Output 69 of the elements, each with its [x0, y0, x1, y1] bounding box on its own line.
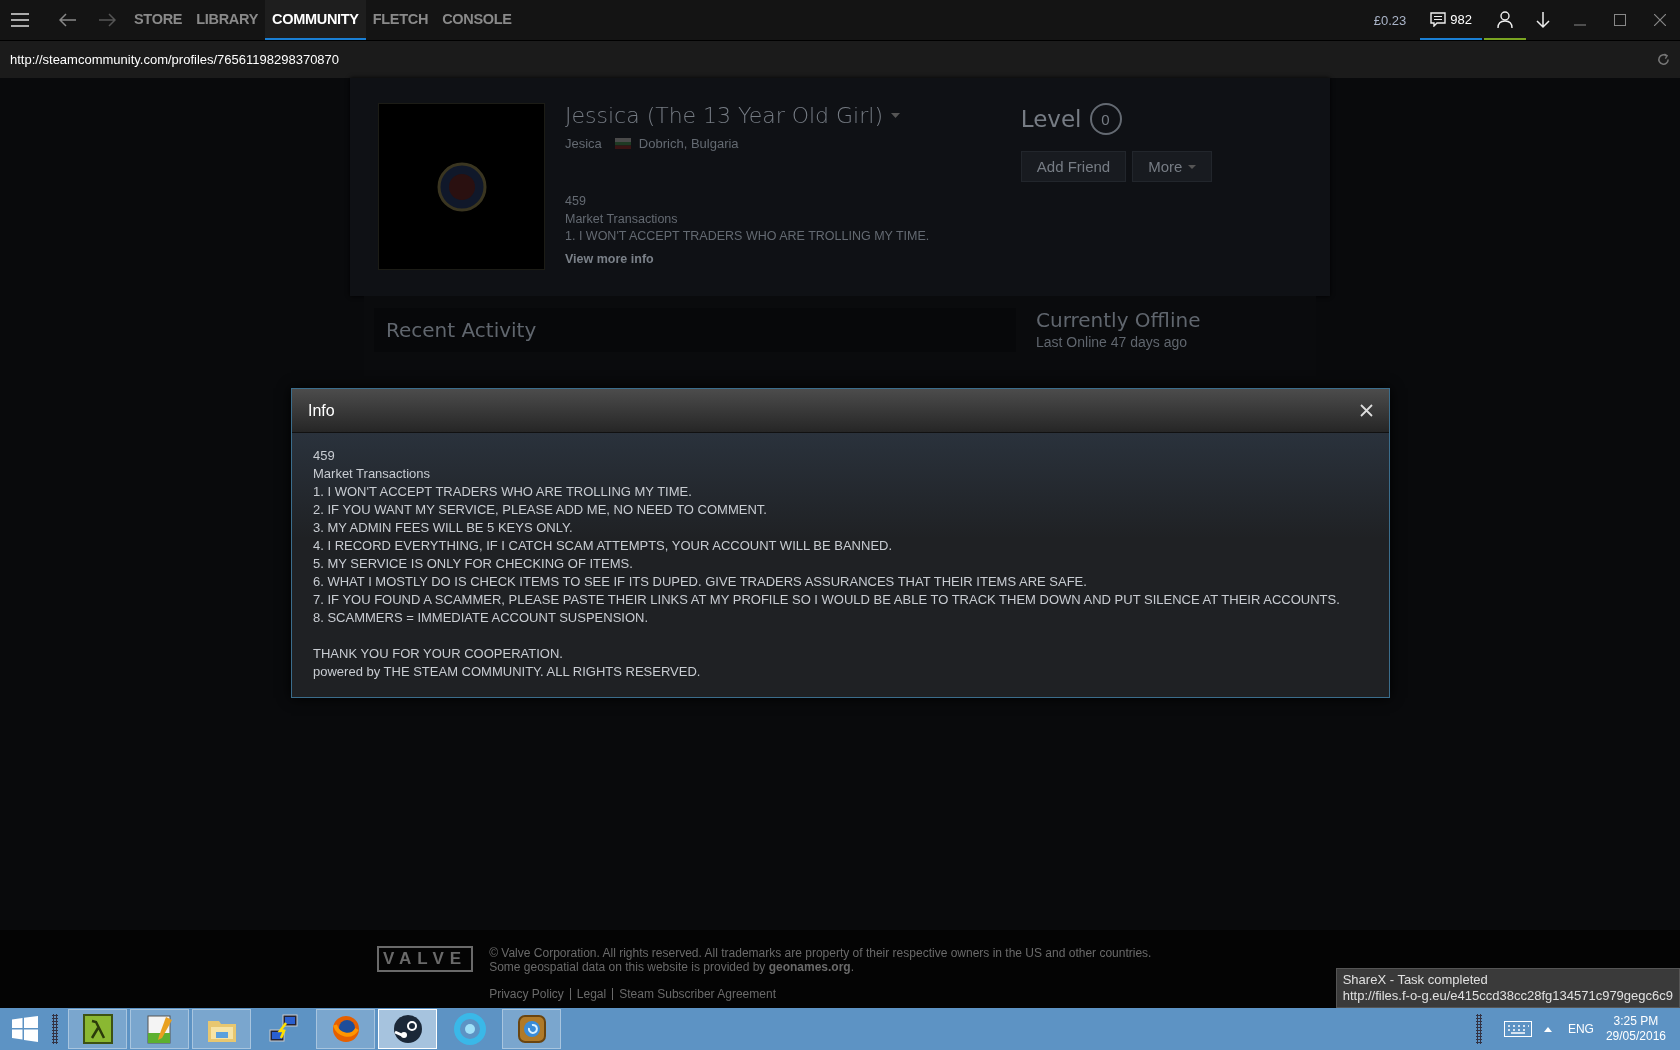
clock-date[interactable]: 29/05/2016 — [1605, 1029, 1666, 1044]
wallet-balance[interactable]: £0.23 — [1373, 12, 1407, 28]
close-icon[interactable] — [1654, 14, 1666, 26]
summary-line: 1. I WON'T ACCEPT TRADERS WHO ARE TROLLING MY TIME. — [565, 228, 931, 245]
info-line: THANK YOU FOR YOUR COOPERATION. — [313, 645, 564, 663]
nav-tab[interactable]: STORE — [127, 0, 190, 40]
geonames-link[interactable]: geonames.org — [768, 960, 851, 974]
info-line: 4. I RECORD EVERYTHING, IF I CATCH SCAM ATTEMPTS, YOUR ACCOUNT WILL BE BANNED. — [313, 537, 894, 555]
profile-name: Jessica (The 13 Year Old Girl) — [565, 103, 883, 128]
summary-line: Market Transactions — [565, 210, 679, 228]
toast-title: ShareX - Task completed — [1342, 972, 1489, 988]
online-status: Currently Offline — [1036, 308, 1201, 332]
nav-tab[interactable]: LIBRARY — [189, 0, 265, 40]
info-line: 459 — [313, 447, 336, 465]
refresh-icon[interactable] — [1657, 53, 1670, 66]
geodata-text: Some geospatial data on this website is provided by — [489, 960, 766, 974]
keyboard-icon[interactable] — [1503, 1021, 1532, 1037]
back-icon[interactable] — [59, 13, 77, 27]
info-line: 8. SCAMMERS = IMMEDIATE ACCOUNT SUSPENSION. — [313, 609, 650, 627]
download-icon[interactable] — [1536, 11, 1550, 29]
info-line: 6. WHAT I MOSTLY DO IS CHECK ITEMS TO SEE IF ITS DUPED. GIVE TRADERS ASSURANCES THAT THEIR ITEMS ARE SAFE. — [313, 573, 1088, 591]
windows-start-icon[interactable] — [12, 1016, 38, 1042]
steam-icon — [391, 1013, 424, 1045]
info-line: 1. I WON'T ACCEPT TRADERS WHO ARE TROLLING MY TIME. — [313, 483, 693, 501]
level-label: Level — [1020, 106, 1082, 132]
info-line: 2. IF YOU WANT MY SERVICE, PLEASE ADD ME, NO NEED TO COMMENT. — [313, 501, 768, 519]
nav-tab[interactable]: CONSOLE — [435, 0, 519, 40]
profile-button[interactable]: Add Friend — [1020, 151, 1127, 182]
caret-icon[interactable] — [890, 113, 900, 118]
section-heading: Recent Activity — [386, 318, 537, 342]
level-badge: 0 — [1089, 103, 1122, 135]
language-indicator[interactable]: ENG — [1567, 1022, 1594, 1036]
last-online-text: Last Online 47 days ago — [1036, 334, 1188, 350]
info-line: 7. IF YOU FOUND A SCAMMER, PLEASE PASTE THEIR LINKS AT MY PROFILE SO I WOULD BE ABLE TO TRACK THEM DOWN AND PUT SILENCE AT THEIR ACCOUNTS. — [313, 591, 1341, 609]
info-line: Market Transactions — [313, 465, 432, 483]
game-icon — [515, 1013, 548, 1045]
footer-link[interactable]: Privacy Policy — [489, 988, 570, 1000]
toast-url: http://files.f-o-g.eu/e415ccd38cc28fg134571c979gegc6c9 — [1342, 988, 1673, 1004]
view-more-link[interactable]: View more info — [565, 251, 654, 266]
footer-link[interactable]: Legal — [569, 988, 613, 1000]
user-icon[interactable] — [1497, 10, 1513, 28]
network-computers-icon — [267, 1013, 300, 1045]
footer-link[interactable]: Steam Subscriber Agreement — [612, 988, 782, 1000]
valve-logo: VALVE — [377, 946, 474, 972]
forward-icon[interactable] — [98, 13, 116, 27]
flag-icon — [614, 138, 631, 149]
maximize-icon[interactable] — [1614, 14, 1626, 26]
info-line: 3. MY ADMIN FEES WILL BE 5 KEYS ONLY. — [313, 519, 574, 537]
menu-icon[interactable] — [11, 13, 29, 27]
clock-time[interactable]: 3:25 PM — [1605, 1014, 1666, 1029]
chevron-up-icon[interactable] — [1543, 1026, 1552, 1032]
chat-icon — [1430, 11, 1447, 27]
info-line: 5. MY SERVICE IS ONLY FOR CHECKING OF ITEMS. — [313, 555, 634, 573]
location-text: Dobrich, Bulgaria — [638, 136, 739, 151]
nav-tab[interactable]: FLETCH — [365, 0, 436, 40]
taskbar-button[interactable] — [378, 1009, 437, 1049]
real-name: Jesica — [565, 136, 602, 151]
url-text: http://steamcommunity.com/profiles/76561198298370870 — [10, 52, 340, 67]
copyright-text: © Valve Corporation. All rights reserved. All trademarks are property of their respective owners in the US and other countries. — [489, 946, 1152, 960]
nav-tab[interactable]: COMMUNITY — [265, 0, 366, 40]
lambda-app-icon — [81, 1013, 114, 1045]
info-line: powered by THE STEAM COMMUNITY. ALL RIGHTS RESERVED. — [313, 663, 702, 681]
seal-icon — [436, 161, 487, 212]
profile-button[interactable]: More — [1132, 151, 1213, 182]
period-text: . — [850, 960, 855, 974]
summary-line: 459 — [565, 193, 587, 210]
taskbar-button[interactable] — [68, 1009, 127, 1049]
dialog-title: Info — [308, 401, 335, 420]
aperture-icon — [453, 1013, 486, 1045]
